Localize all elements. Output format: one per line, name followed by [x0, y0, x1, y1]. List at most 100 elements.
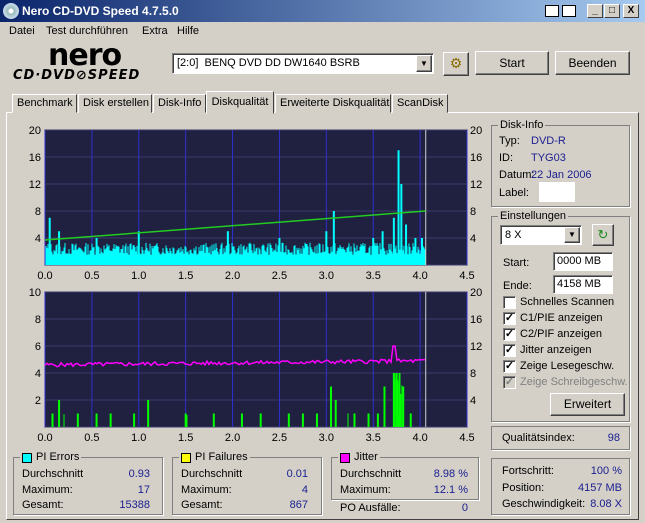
end-input[interactable]: 4158 MB — [553, 275, 613, 294]
pi-errors-avg-value: 0.93 — [128, 468, 150, 480]
x-tick-label: 2.0 — [225, 432, 240, 444]
y-right-tick-label: 20 — [470, 125, 482, 137]
start-button[interactable]: Start — [475, 51, 549, 75]
refresh-drive-icon[interactable]: ⚙ — [443, 52, 469, 76]
x-tick-label: 1.0 — [131, 432, 146, 444]
x-tick-label: 2.5 — [272, 432, 287, 444]
pi-failures-max-label: Maximum: — [181, 484, 232, 496]
start-input[interactable]: 0000 MB — [553, 252, 613, 271]
checkbox-label-1: C1/PIE anzeigen — [520, 312, 603, 324]
x-tick-label: 4.5 — [459, 270, 474, 282]
close-button[interactable]: X — [623, 4, 639, 18]
y-left-tick-label: 16 — [29, 152, 41, 164]
checkbox-label-5: Zeige Schreibgeschw. — [520, 376, 628, 388]
checkbox-label-3: Jitter anzeigen — [520, 344, 592, 356]
pi-errors-total-label: Gesamt: — [22, 499, 64, 511]
x-tick-label: 0.5 — [84, 432, 99, 444]
advanced-button[interactable]: Erweitert — [550, 393, 625, 416]
chevron-down-icon[interactable]: ▼ — [416, 55, 432, 72]
checkbox-0[interactable] — [503, 296, 516, 309]
x-tick-label: 0.5 — [84, 270, 99, 282]
jitter-max-label: Maximum: — [340, 484, 391, 496]
menu-extra[interactable]: Extra — [142, 25, 168, 37]
cd-dvd-speed-logo: CD·DVD⊘SPEED — [13, 68, 141, 83]
chevron-down-icon[interactable]: ▼ — [564, 227, 580, 243]
y-right-tick-label: 4 — [470, 395, 476, 407]
y-left-tick-label: 6 — [35, 341, 41, 353]
menu-test[interactable]: Test durchführen — [46, 25, 128, 37]
menu-datei[interactable]: Datei — [9, 25, 35, 37]
pi-failures-total-value: 867 — [289, 499, 308, 511]
tab-disk-info[interactable]: Disk-Info — [153, 94, 206, 113]
app-icon-small-2[interactable] — [562, 5, 576, 17]
y-right-tick-label: 12 — [470, 341, 482, 353]
y-left-tick-label: 10 — [29, 287, 41, 299]
y-left-tick-label: 4 — [35, 368, 41, 380]
y-right-tick-label: 16 — [470, 152, 482, 164]
tab-erweiterte-diskqualitaet[interactable]: Erweiterte Diskqualität — [275, 94, 391, 113]
checkbox-5: ✓ — [503, 376, 516, 389]
speed-value: 8.08 X — [590, 498, 622, 510]
y-right-tick-label: 8 — [470, 368, 476, 380]
disk-type-value: DVD-R — [531, 135, 566, 147]
tab-disk-erstellen[interactable]: Disk erstellen — [78, 94, 152, 113]
jitter-legend — [340, 453, 350, 463]
y-right-tick-label: 16 — [470, 314, 482, 326]
disk-date-value: 22 Jan 2006 — [531, 169, 592, 181]
disk-id-value: TYG03 — [531, 152, 566, 164]
checkbox-2[interactable]: ✓ — [503, 328, 516, 341]
drive-select[interactable]: [2:0] BENQ DVD DD DW1640 BSRB ▼ — [172, 53, 434, 74]
y-right-tick-label: 12 — [470, 179, 482, 191]
menu-hilfe[interactable]: Hilfe — [177, 25, 199, 37]
x-tick-label: 2.0 — [225, 270, 240, 282]
y-left-tick-label: 12 — [29, 179, 41, 191]
disk-label-label: Label: — [499, 187, 529, 199]
y-left-tick-label: 2 — [35, 395, 41, 407]
checkbox-label-0: Schnelles Scannen — [520, 296, 615, 308]
refresh-speed-icon[interactable]: ↻ — [592, 224, 614, 246]
pi-errors-total-value: 15388 — [119, 499, 150, 511]
app-icon-small-1[interactable] — [545, 5, 559, 17]
pi-failures-max-value: 4 — [301, 484, 308, 496]
position-label: Position: — [502, 482, 545, 494]
pi-failures-chart: 0.0 0.5 1.0 1.5 2.0 2.5 3.0 3.5 4.0 4.5 10 8 6 4 2 20 16… — [29, 287, 483, 444]
tab-benchmark[interactable]: Benchmark — [12, 94, 77, 113]
disk-label-value — [539, 182, 575, 202]
speed-label: Geschwindigkeit: — [502, 498, 586, 510]
tab-scandisk[interactable]: ScanDisk — [392, 94, 448, 113]
tab-diskqualitaet[interactable]: Diskqualität — [206, 91, 274, 114]
jitter-avg-value: 8.98 % — [433, 468, 468, 480]
app-disc-icon[interactable] — [3, 3, 19, 19]
checkbox-4[interactable]: ✓ — [503, 360, 516, 373]
checkbox-1[interactable]: ✓ — [503, 312, 516, 325]
jitter-max-value: 12.1 % — [433, 484, 468, 496]
pi-errors-avg-label: Durchschnitt — [22, 468, 84, 480]
pi-errors-max-value: 17 — [137, 484, 150, 496]
x-tick-label: 3.5 — [366, 270, 381, 282]
y-left-tick-label: 8 — [35, 314, 41, 326]
quality-charts: 0.0 0.5 1.0 1.5 2.0 2.5 3.0 3.5 4.0 4.52016128420… — [29, 125, 483, 444]
position-value: 4157 MB — [577, 482, 622, 494]
maximize-button[interactable]: □ — [604, 4, 620, 18]
speed-select[interactable]: 8 X ▼ — [500, 225, 582, 245]
minimize-button[interactable]: _ — [587, 4, 603, 18]
window-title: Nero CD-DVD Speed 4.7.5.0 — [22, 4, 179, 18]
checkbox-3[interactable]: ✓ — [503, 344, 516, 357]
pi-failures-total-label: Gesamt: — [181, 499, 223, 511]
x-tick-label: 1.5 — [178, 432, 193, 444]
stop-button[interactable]: Beenden — [555, 51, 630, 75]
disk-type-label: Typ: — [499, 135, 520, 147]
drive-select-value: [2:0] BENQ DVD DD DW1640 BSRB — [177, 57, 360, 69]
x-tick-label: 3.5 — [366, 432, 381, 444]
x-tick-label: 3.0 — [319, 432, 334, 444]
checkbox-label-2: C2/PIF anzeigen — [520, 328, 602, 340]
pi-errors-max-label: Maximum: — [22, 484, 73, 496]
x-tick-label: 4.0 — [412, 432, 427, 444]
end-label: Ende: — [503, 280, 532, 292]
chart-plot-area — [44, 129, 468, 266]
settings-title: Einstellungen — [498, 210, 569, 222]
y-left-tick-label: 20 — [29, 125, 41, 137]
y-right-tick-label: 8 — [470, 206, 476, 218]
pi-failures-avg-label: Durchschnitt — [181, 468, 243, 480]
pi-failures-legend — [181, 453, 191, 463]
